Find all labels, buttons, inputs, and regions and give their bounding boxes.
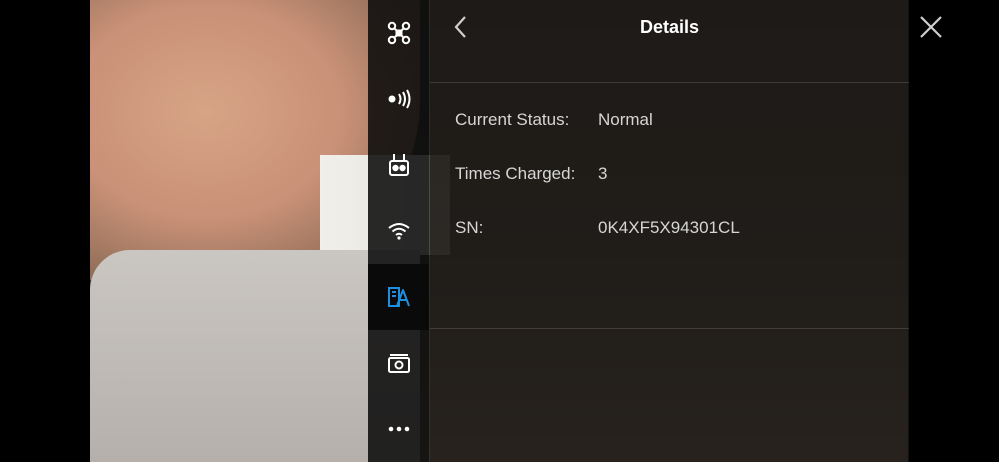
battery-details-icon: [387, 287, 410, 307]
page-title: Details: [639, 17, 700, 37]
close-button[interactable]: [918, 14, 944, 40]
detail-row-status: Current Status: Normal: [455, 110, 909, 164]
toolbar-item-more[interactable]: [368, 396, 429, 462]
details-panel: Details Current Status: Normal Times Cha…: [429, 0, 909, 462]
toolbar-item-remote-controller[interactable]: [368, 132, 429, 198]
remote-controller-icon: [388, 154, 409, 176]
more-icon: [388, 426, 409, 432]
detail-list: Current Status: Normal Times Charged: 3 …: [455, 110, 909, 272]
side-toolbar: [368, 0, 429, 462]
panel-header: Details: [430, 0, 909, 83]
close-icon: [920, 16, 942, 38]
drone-icon: [387, 21, 410, 45]
detail-value: 3: [598, 164, 608, 183]
toolbar-item-wifi[interactable]: [368, 198, 429, 264]
toolbar-item-battery[interactable]: [368, 264, 429, 330]
detail-row-serial-number: SN: 0K4XF5X94301CL: [455, 218, 909, 272]
detail-value: 0K4XF5X94301CL: [598, 218, 740, 237]
detail-label: Current Status:: [455, 110, 570, 129]
signal-icon: [388, 89, 410, 109]
detail-label: SN:: [455, 218, 484, 237]
detail-value: Normal: [598, 110, 653, 129]
toolbar-item-camera[interactable]: [368, 330, 429, 396]
toolbar-item-signal[interactable]: [368, 66, 429, 132]
detail-label: Times Charged:: [455, 164, 576, 183]
camera-icon: [387, 354, 410, 373]
toolbar-item-aircraft[interactable]: [368, 0, 429, 66]
panel-divider: [430, 328, 909, 329]
detail-row-times-charged: Times Charged: 3: [455, 164, 909, 218]
wifi-icon: [387, 223, 410, 240]
